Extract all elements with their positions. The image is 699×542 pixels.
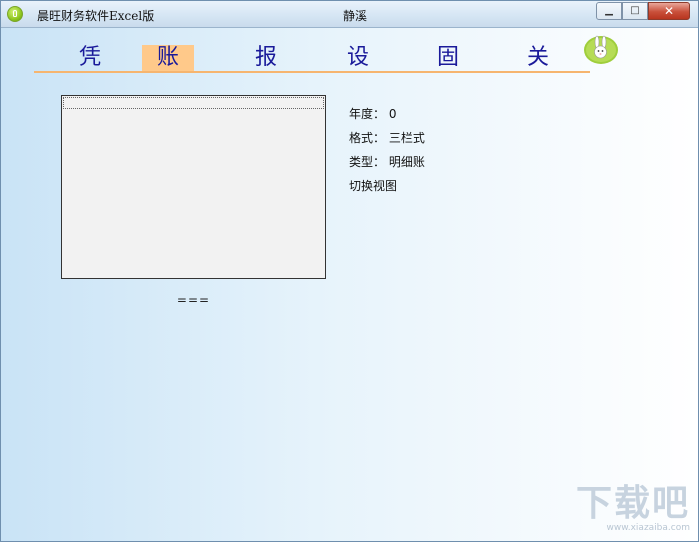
nav-item-settings[interactable]: 设 xyxy=(332,45,384,71)
close-button[interactable]: ✕ xyxy=(648,2,690,20)
preview-header-strip xyxy=(63,97,324,109)
ledger-info-panel: 年度： 0 格式： 三栏式 类型： 明细账 切换视图 xyxy=(349,106,425,202)
year-label: 年度： 0 xyxy=(349,107,397,121)
main-nav: 凭 账 报 设 固 关 xyxy=(34,45,590,73)
nav-item-assets[interactable]: 固 xyxy=(422,45,474,71)
minimize-button[interactable]: ▁ xyxy=(596,2,622,20)
watermark-url: www.xiazaiba.com xyxy=(606,523,690,533)
window-title: 晨旺财务软件Excel版 xyxy=(37,9,155,23)
type-label: 类型： 明细账 xyxy=(349,155,425,169)
maximize-button[interactable]: □ xyxy=(622,2,648,20)
main-window: 晨旺财务软件Excel版 静溪 ▁ □ ✕ 凭 账 报 设 固 关 === 年度… xyxy=(0,0,699,542)
window-subtitle: 静溪 xyxy=(343,9,368,23)
nav-item-voucher[interactable]: 凭 xyxy=(64,45,116,71)
rabbit-mascot-icon[interactable] xyxy=(583,33,619,65)
format-label: 格式： 三栏式 xyxy=(349,131,425,145)
title-bar[interactable]: 晨旺财务软件Excel版 静溪 ▁ □ ✕ xyxy=(1,1,698,28)
switch-view-link[interactable]: 切换视图 xyxy=(349,178,425,202)
nav-underline xyxy=(34,71,590,73)
watermark-text: 下载吧 xyxy=(575,483,690,524)
ledger-preview-box[interactable] xyxy=(61,95,326,279)
app-logo-icon xyxy=(7,6,23,22)
window-controls: ▁ □ ✕ xyxy=(596,2,690,20)
nav-item-ledger[interactable]: 账 xyxy=(142,45,194,71)
nav-item-close[interactable]: 关 xyxy=(512,45,564,71)
nav-item-report[interactable]: 报 xyxy=(240,45,292,71)
watermark: 下载吧 www.xiazaiba.com xyxy=(550,485,690,535)
preview-caption[interactable]: === xyxy=(1,293,386,307)
